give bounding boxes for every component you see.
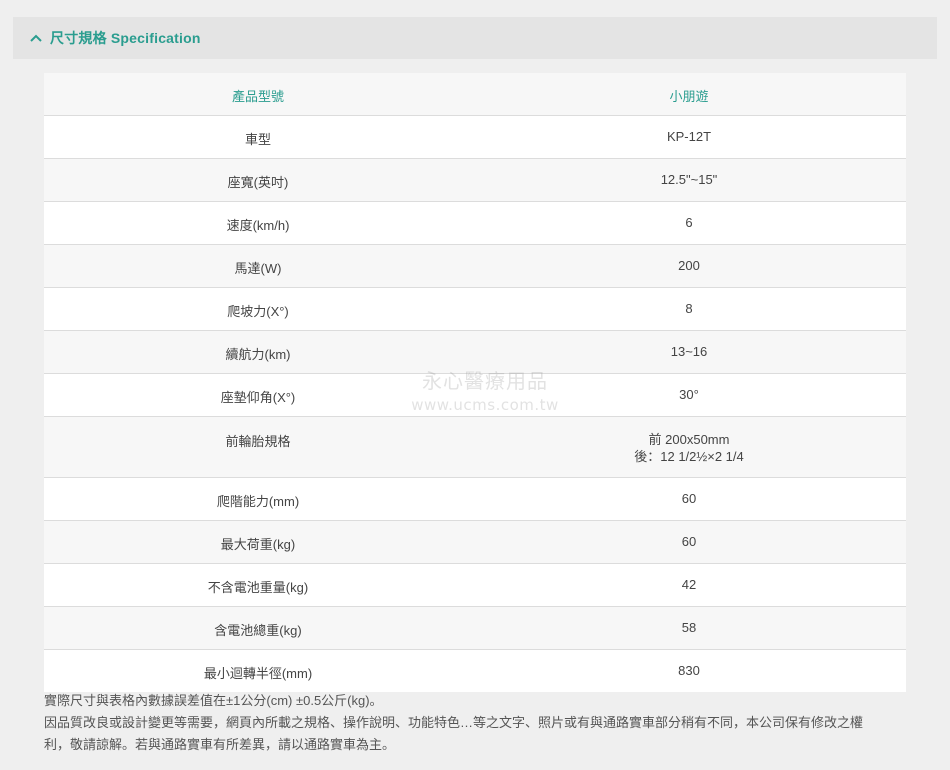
row-value: 6	[685, 215, 693, 230]
disclaimer-notes: 實際尺寸與表格內數據誤差值在±1公分(cm) ±0.5公斤(kg)。 因品質改良…	[44, 690, 914, 756]
rear-tire-value: 後：12 1/2½×2 1/4	[634, 449, 744, 464]
row-label: 座墊仰角(X°)	[220, 390, 296, 405]
header-label: 產品型號	[231, 89, 284, 104]
table-header-row: 產品型號 小朋遊	[44, 73, 906, 116]
row-value: 13~16	[670, 344, 708, 359]
row-value: 200	[678, 258, 700, 273]
row-label: 爬階能力(mm)	[216, 494, 300, 509]
row-label: 續航力(km)	[225, 347, 291, 362]
row-value: 60	[681, 534, 697, 549]
table-row: 續航力(km) 13~16	[44, 331, 906, 374]
table-row: 座寬(英吋) 12.5"~15"	[44, 159, 906, 202]
note-line: 因品質改良或設計變更等需要，網頁內所載之規格、操作說明、功能特色…等之文字、照片…	[44, 715, 864, 730]
table-row: 不含電池重量(kg) 42	[44, 564, 906, 607]
row-value: 58	[681, 620, 697, 635]
row-value: 8	[685, 301, 693, 316]
table-row: 車型 KP-12T	[44, 116, 906, 159]
row-value: 12.5"~15"	[660, 172, 718, 187]
row-label: 座寬(英吋)	[227, 175, 289, 190]
row-label: 不含電池重量(kg)	[207, 580, 309, 595]
row-label: 前輪胎規格	[225, 434, 291, 449]
note-line: 實際尺寸與表格內數據誤差值在±1公分(cm) ±0.5公斤(kg)。	[44, 693, 383, 708]
table-row: 最小迴轉半徑(mm) 830	[44, 650, 906, 692]
spec-table: 產品型號 小朋遊 車型 KP-12T 座寬(英吋) 12.5"~15" 速度(k…	[44, 73, 906, 692]
table-row: 速度(km/h) 6	[44, 202, 906, 245]
row-value: 60	[681, 491, 697, 506]
row-value: 830	[678, 663, 700, 678]
row-label: 速度(km/h)	[226, 218, 290, 233]
row-label: 爬坡力(X°)	[227, 304, 289, 319]
section-title: 尺寸規格 Specification	[50, 30, 201, 46]
row-label: 最小迴轉半徑(mm)	[203, 666, 313, 681]
table-row: 馬達(W) 200	[44, 245, 906, 288]
row-label: 最大荷重(kg)	[220, 537, 296, 552]
row-value: 30°	[679, 387, 699, 402]
row-value: KP-12T	[666, 129, 712, 144]
table-row: 最大荷重(kg) 60	[44, 521, 906, 564]
table-row: 前輪胎規格 前 200x50mm 後：12 1/2½×2 1/4	[44, 417, 906, 478]
header-value: 小朋遊	[669, 89, 709, 104]
table-row: 含電池總重(kg) 58	[44, 607, 906, 650]
row-value: 42	[681, 577, 697, 592]
table-row: 爬坡力(X°) 8	[44, 288, 906, 331]
table-row: 爬階能力(mm) 60	[44, 478, 906, 521]
note-line: 利，敬請諒解。若與通路實車有所差異，請以通路實車為主。	[44, 737, 396, 752]
row-value: 前 200x50mm 後：12 1/2½×2 1/4	[472, 417, 906, 477]
table-row: 座墊仰角(X°) 30°	[44, 374, 906, 417]
row-label: 含電池總重(kg)	[214, 623, 302, 638]
spec-section-header[interactable]: 尺寸規格 Specification	[13, 17, 937, 59]
row-label: 車型	[244, 132, 271, 147]
row-label: 馬達(W)	[234, 261, 282, 276]
chevron-up-icon[interactable]	[28, 30, 44, 46]
front-tire-value: 前 200x50mm	[648, 432, 730, 447]
